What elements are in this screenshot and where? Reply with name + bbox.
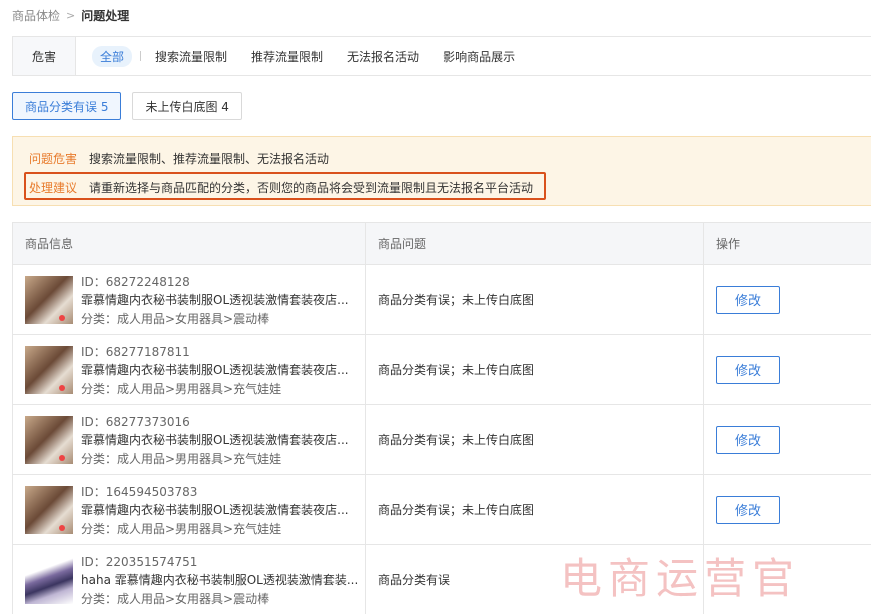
filter-tab-display-impact[interactable]: 影响商品展示 (443, 48, 515, 65)
product-info: ID：68277187811 霏慕情趣内衣秘书装制服OL透视装激情套装夜店...… (81, 343, 349, 397)
notice-advice-key: 处理建议 (29, 180, 78, 195)
product-info: ID：68277373016 霏慕情趣内衣秘书装制服OL透视装激情套装夜店...… (81, 413, 349, 467)
chevron-right-icon: > (66, 8, 76, 22)
problem-type-tabs: 商品分类有误 5 未上传白底图 4 (12, 92, 253, 120)
product-title[interactable]: 霏慕情趣内衣秘书装制服OL透视装激情套装夜店... (81, 501, 349, 518)
product-title[interactable]: 霏慕情趣内衣秘书装制服OL透视装激情套装夜店... (81, 431, 349, 448)
subtab-category-error[interactable]: 商品分类有误 5 (12, 92, 122, 120)
product-problem: 商品分类有误；未上传白底图 (366, 335, 704, 404)
edit-button[interactable]: 修改 (716, 285, 780, 314)
notice-advice-value: 请重新选择与商品匹配的分类，否则您的商品将会受到流量限制且无法报名平台活动 (89, 180, 534, 195)
action-cell: 修改 (704, 335, 871, 404)
harm-filter-bar: 危害 全部 搜索流量限制 推荐流量限制 无法报名活动 影响商品展示 (12, 36, 871, 76)
edit-button[interactable]: 修改 (716, 495, 780, 524)
breadcrumb-parent[interactable]: 商品体检 (12, 7, 60, 24)
header-action: 操作 (716, 237, 741, 251)
filter-label: 危害 (13, 37, 76, 75)
action-cell: 修改 (704, 265, 871, 334)
notice-harm-value: 搜索流量限制、推荐流量限制、无法报名活动 (89, 151, 330, 166)
product-id: ID：68272248128 (81, 274, 190, 289)
notice-harm-row: 问题危害 搜索流量限制、推荐流量限制、无法报名活动 (29, 149, 329, 167)
product-category: 分类：成人用品>男用器具>充气娃娃 (81, 381, 282, 396)
product-thumbnail[interactable] (25, 485, 73, 534)
product-thumbnail[interactable] (25, 415, 73, 464)
table-row: ID：68272248128 霏慕情趣内衣秘书装制服OL透视装激情套装夜店...… (13, 265, 871, 335)
product-info-cell: ID：68277187811 霏慕情趣内衣秘书装制服OL透视装激情套装夜店...… (13, 335, 366, 404)
table-row: ID：164594503783 霏慕情趣内衣秘书装制服OL透视装激情套装夜店..… (13, 475, 871, 545)
product-category: 分类：成人用品>男用器具>充气娃娃 (81, 451, 282, 466)
product-info-cell: ID：164594503783 霏慕情趣内衣秘书装制服OL透视装激情套装夜店..… (13, 475, 366, 544)
product-title[interactable]: 霏慕情趣内衣秘书装制服OL透视装激情套装夜店... (81, 361, 349, 378)
product-id: ID：220351574751 (81, 554, 198, 569)
product-info: ID：220351574751 haha 霏慕情趣内衣秘书装制服OL透视装激情套… (81, 553, 358, 607)
action-cell: 修改 (704, 475, 871, 544)
product-thumbnail[interactable] (25, 275, 73, 324)
edit-button[interactable]: 修改 (716, 355, 780, 384)
table-header: 商品信息 商品问题 操作 (13, 223, 871, 265)
action-cell: 修改 (704, 405, 871, 474)
filter-tabs: 全部 搜索流量限制 推荐流量限制 无法报名活动 影响商品展示 (92, 45, 539, 67)
notice-harm-key: 问题危害 (29, 151, 78, 166)
product-thumbnail[interactable] (25, 555, 73, 604)
filter-tab-no-activity[interactable]: 无法报名活动 (347, 48, 419, 65)
problem-notice: 问题危害 搜索流量限制、推荐流量限制、无法报名活动 处理建议 请重新选择与商品匹… (12, 136, 871, 206)
product-category: 分类：成人用品>男用器具>充气娃娃 (81, 521, 282, 536)
table-row: ID：68277373016 霏慕情趣内衣秘书装制服OL透视装激情套装夜店...… (13, 405, 871, 475)
product-info: ID：68272248128 霏慕情趣内衣秘书装制服OL透视装激情套装夜店...… (81, 273, 349, 327)
product-problem: 商品分类有误；未上传白底图 (366, 475, 704, 544)
subtab-no-white-image[interactable]: 未上传白底图 4 (132, 92, 242, 120)
filter-tab-recommend-limit[interactable]: 推荐流量限制 (251, 48, 323, 65)
edit-button[interactable]: 修改 (716, 425, 780, 454)
header-problem: 商品问题 (366, 223, 704, 264)
product-category: 分类：成人用品>女用器具>震动棒 (81, 311, 270, 326)
filter-tab-all[interactable]: 全部 (92, 45, 133, 67)
notice-advice-row: 处理建议 请重新选择与商品匹配的分类，否则您的商品将会受到流量限制且无法报名平台… (29, 178, 533, 196)
product-id: ID：68277187811 (81, 344, 190, 359)
header-info: 商品信息 (13, 223, 366, 264)
product-problem: 商品分类有误；未上传白底图 (366, 405, 704, 474)
product-id: ID：68277373016 (81, 414, 190, 429)
product-id: ID：164594503783 (81, 484, 198, 499)
product-info-cell: ID：220351574751 haha 霏慕情趣内衣秘书装制服OL透视装激情套… (13, 545, 366, 614)
watermark: 电商运营官 (560, 554, 801, 603)
product-problem: 商品分类有误；未上传白底图 (366, 265, 704, 334)
filter-divider (140, 51, 142, 61)
filter-tab-search-limit[interactable]: 搜索流量限制 (155, 48, 227, 65)
breadcrumb: 商品体检 > 问题处理 (12, 6, 129, 24)
table-row: ID：68277187811 霏慕情趣内衣秘书装制服OL透视装激情套装夜店...… (13, 335, 871, 405)
product-info-cell: ID：68272248128 霏慕情趣内衣秘书装制服OL透视装激情套装夜店...… (13, 265, 366, 334)
product-info: ID：164594503783 霏慕情趣内衣秘书装制服OL透视装激情套装夜店..… (81, 483, 349, 537)
product-title[interactable]: haha 霏慕情趣内衣秘书装制服OL透视装激情套装... (81, 571, 358, 588)
product-info-cell: ID：68277373016 霏慕情趣内衣秘书装制服OL透视装激情套装夜店...… (13, 405, 366, 474)
product-category: 分类：成人用品>女用器具>震动棒 (81, 591, 270, 606)
page-title: 问题处理 (81, 8, 130, 23)
product-title[interactable]: 霏慕情趣内衣秘书装制服OL透视装激情套装夜店... (81, 291, 349, 308)
product-thumbnail[interactable] (25, 345, 73, 394)
